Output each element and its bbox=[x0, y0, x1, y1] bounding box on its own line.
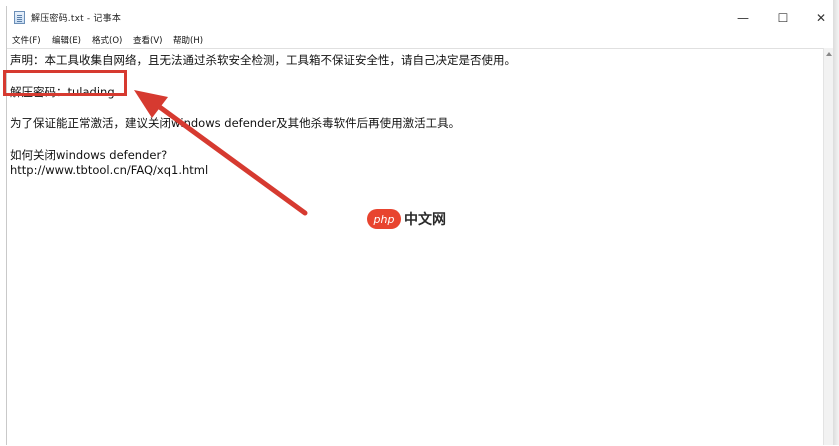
watermark-badge: php bbox=[367, 209, 401, 229]
site-watermark: php 中文网 bbox=[367, 209, 446, 229]
watermark-text: 中文网 bbox=[404, 212, 446, 228]
right-margin bbox=[833, 0, 839, 445]
